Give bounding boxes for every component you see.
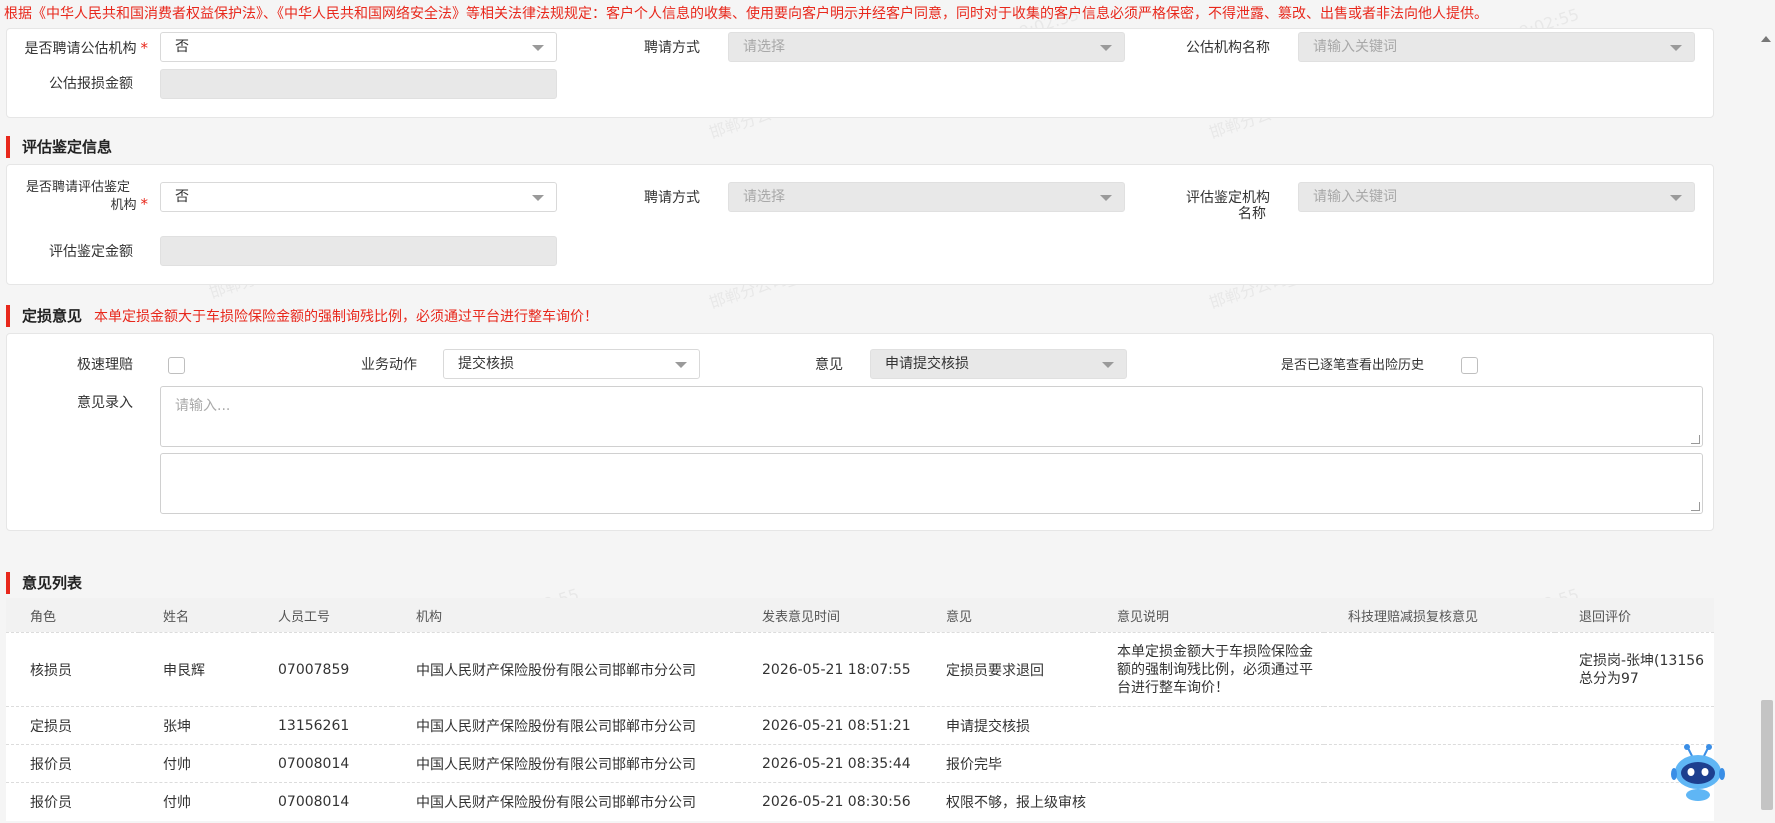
- opinion-note-cell: [1093, 782, 1324, 821]
- name-cell: 申艮辉: [139, 632, 254, 707]
- privacy-notice: 根据《中华人民共和国消费者权益保护法》、《中华人民共和国网络安全法》等相关法律法…: [4, 6, 1488, 22]
- assistant-robot-icon[interactable]: [1670, 742, 1726, 802]
- appraisal-org-select[interactable]: 请输入关键词: [1298, 182, 1695, 212]
- staff-id-cell: 13156261: [254, 706, 392, 745]
- opinion-cell: 权限不够，报上级审核: [922, 782, 1093, 821]
- column-header: 角色: [6, 598, 139, 633]
- tech-review-cell: [1324, 744, 1555, 783]
- chevron-down-icon: [532, 45, 544, 51]
- role-cell: 核损员: [6, 632, 139, 707]
- column-header: 机构: [392, 598, 738, 633]
- appraisal-section-title: 评估鉴定信息: [6, 136, 112, 158]
- org-cell: 中国人民财产保险股份有限公司邯郸市分公司: [392, 632, 738, 707]
- chevron-down-icon: [532, 195, 544, 201]
- table-row: 定损员 张坤 13156261 中国人民财产保险股份有限公司邯郸市分公司 202…: [6, 706, 1714, 745]
- public-assess-method-select[interactable]: 请选择: [728, 32, 1125, 62]
- fast-claim-checkbox[interactable]: [168, 357, 185, 374]
- appraisal-hire-label: 是否聘请评估鉴定 机构 *: [25, 180, 149, 213]
- business-action-label: 业务动作: [361, 357, 417, 373]
- column-header: 姓名: [139, 598, 254, 633]
- scroll-up-arrow-icon[interactable]: [1761, 36, 1771, 42]
- opinion-entry-textarea[interactable]: 请输入...: [160, 386, 1703, 447]
- chevron-down-icon: [1670, 45, 1682, 51]
- history-checked-label: 是否已逐笔查看出险历史: [1280, 358, 1424, 373]
- business-action-select[interactable]: 提交核损: [443, 349, 700, 379]
- appraisal-amount-input[interactable]: [160, 236, 557, 266]
- history-checked-checkbox[interactable]: [1461, 357, 1478, 374]
- role-cell: 报价员: [6, 782, 139, 821]
- public-assess-amount-label: 公估报损金额: [49, 76, 133, 92]
- staff-id-cell: 07007859: [254, 632, 392, 707]
- return-eval-cell: [1555, 706, 1714, 745]
- appraisal-method-label: 聘请方式: [644, 190, 700, 206]
- column-header: 意见: [922, 598, 1093, 633]
- appraisal-org-label: 评估鉴定机构 名称: [1186, 190, 1270, 222]
- opinion-cell: 定损员要求退回: [922, 632, 1093, 707]
- opinion-entry-label: 意见录入: [77, 395, 133, 411]
- time-cell: 2026-05-21 18:07:55: [738, 632, 922, 707]
- staff-id-cell: 07008014: [254, 782, 392, 821]
- table-row: 报价员 付帅 07008014 中国人民财产保险股份有限公司邯郸市分公司 202…: [6, 782, 1714, 821]
- opinion-note-cell: [1093, 706, 1324, 745]
- column-header: 人员工号: [254, 598, 392, 633]
- name-cell: 付帅: [139, 744, 254, 783]
- table-row: 核损员 申艮辉 07007859 中国人民财产保险股份有限公司邯郸市分公司 20…: [6, 632, 1714, 707]
- public-assess-hire-select[interactable]: 否: [160, 32, 557, 62]
- return-eval-cell: 定损岗-张坤(13156总分为97: [1555, 632, 1714, 707]
- table-header-row: 角色 姓名 人员工号 机构 发表意见时间 意见 意见说明 科技理赔减损复核意见 …: [6, 598, 1714, 633]
- resize-handle-icon[interactable]: [1691, 435, 1700, 444]
- opinion-list-table: 角色 姓名 人员工号 机构 发表意见时间 意见 意见说明 科技理赔减损复核意见 …: [6, 598, 1714, 821]
- tech-review-cell: [1324, 782, 1555, 821]
- opinion-cell: 报价完毕: [922, 744, 1093, 783]
- column-header: 发表意见时间: [738, 598, 922, 633]
- public-assess-org-label: 公估机构名称: [1186, 40, 1270, 56]
- opinion-list-title: 意见列表: [6, 572, 82, 594]
- org-cell: 中国人民财产保险股份有限公司邯郸市分公司: [392, 782, 738, 821]
- opinion-warning: 本单定损金额大于车损险保险金额的强制询残比例，必须通过平台进行整车询价！: [94, 309, 599, 325]
- chevron-down-icon: [1102, 362, 1114, 368]
- public-assess-org-select[interactable]: 请输入关键词: [1298, 32, 1695, 62]
- org-cell: 中国人民财产保险股份有限公司邯郸市分公司: [392, 706, 738, 745]
- column-header: 退回评价: [1555, 598, 1714, 633]
- column-header: 意见说明: [1093, 598, 1324, 633]
- opinion-select[interactable]: 申请提交核损: [870, 349, 1127, 379]
- public-assess-amount-input[interactable]: [160, 69, 557, 99]
- role-cell: 报价员: [6, 744, 139, 783]
- time-cell: 2026-05-21 08:30:56: [738, 782, 922, 821]
- time-cell: 2026-05-21 08:51:21: [738, 706, 922, 745]
- staff-id-cell: 07008014: [254, 744, 392, 783]
- opinion-section-title: 定损意见 本单定损金额大于车损险保险金额的强制询残比例，必须通过平台进行整车询价！: [6, 305, 598, 327]
- scrollbar-thumb[interactable]: [1761, 700, 1773, 810]
- opinion-cell: 申请提交核损: [922, 706, 1093, 745]
- resize-handle-icon[interactable]: [1691, 502, 1700, 511]
- required-mark: *: [140, 39, 149, 57]
- time-cell: 2026-05-21 08:35:44: [738, 744, 922, 783]
- tech-review-cell: [1324, 706, 1555, 745]
- column-header: 科技理赔减损复核意见: [1324, 598, 1555, 633]
- tech-review-cell: [1324, 632, 1555, 707]
- appraisal-amount-label: 评估鉴定金额: [49, 244, 133, 260]
- opinion-note-cell: [1093, 744, 1324, 783]
- fast-claim-label: 极速理赔: [77, 357, 133, 373]
- name-cell: 张坤: [139, 706, 254, 745]
- public-assess-method-label: 聘请方式: [644, 40, 700, 56]
- table-row: 报价员 付帅 07008014 中国人民财产保险股份有限公司邯郸市分公司 202…: [6, 744, 1714, 783]
- org-cell: 中国人民财产保险股份有限公司邯郸市分公司: [392, 744, 738, 783]
- appraisal-hire-select[interactable]: 否: [160, 182, 557, 212]
- opinion-note-cell: 本单定损金额大于车损险保险金额的强制询残比例，必须通过平台进行整车询价！: [1093, 632, 1324, 707]
- required-mark: *: [140, 195, 149, 213]
- appraisal-method-select[interactable]: 请选择: [728, 182, 1125, 212]
- public-assess-hire-label: 是否聘请公估机构 *: [24, 39, 149, 57]
- role-cell: 定损员: [6, 706, 139, 745]
- page-scrollbar[interactable]: [1757, 0, 1775, 823]
- opinion-secondary-textarea[interactable]: [160, 453, 1703, 514]
- chevron-down-icon: [1100, 45, 1112, 51]
- name-cell: 付帅: [139, 782, 254, 821]
- chevron-down-icon: [1670, 195, 1682, 201]
- chevron-down-icon: [1100, 195, 1112, 201]
- opinion-label: 意见: [815, 357, 843, 373]
- chevron-down-icon: [675, 362, 687, 368]
